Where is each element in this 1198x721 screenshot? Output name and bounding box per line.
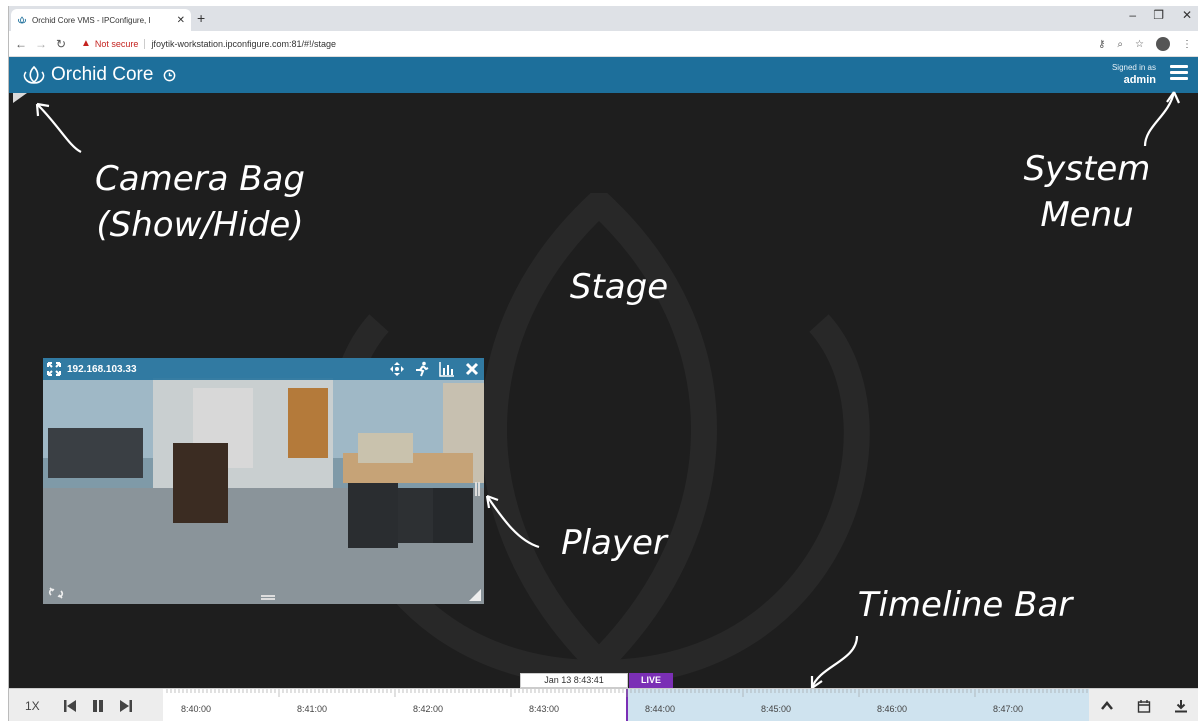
timeline-tick-label: 8:45:00: [761, 704, 792, 714]
download-icon[interactable]: [1174, 699, 1188, 713]
live-badge[interactable]: LIVE: [629, 673, 673, 688]
callout-system-menu-line2: Menu: [1040, 195, 1134, 235]
motion-icon[interactable]: [414, 361, 430, 377]
timeline-tick-label: 8:44:00: [645, 704, 676, 714]
forward-icon[interactable]: →: [33, 37, 49, 51]
callout-camera-bag: Camera Bag (Show/Hide): [85, 156, 315, 248]
tab-strip: Orchid Core VMS - IPConfigure, I ✕ + – ❐…: [9, 6, 1198, 31]
key-icon[interactable]: ⚷: [1098, 39, 1105, 50]
back-icon[interactable]: ←: [13, 37, 29, 51]
player-side-handle[interactable]: [475, 482, 480, 496]
camera-bag-toggle[interactable]: [13, 93, 27, 103]
callout-stage: Stage: [569, 267, 669, 307]
close-player-icon[interactable]: [464, 361, 480, 377]
tab-title: Orchid Core VMS - IPConfigure, I: [32, 15, 151, 25]
playback-controls: 1X: [9, 689, 163, 721]
timeline-tick-label: 8:46:00: [877, 704, 908, 714]
video-player[interactable]: 192.168.103.33: [43, 358, 484, 604]
restore-button[interactable]: ❐: [1153, 8, 1164, 22]
timeline-bar: 1X 8:40:00 8:41:00 8:42:00 8:43:00 8:44:00 8:…: [9, 688, 1198, 721]
app-header: Orchid Core Signed in as admin: [9, 57, 1198, 93]
camera-video-feed: [43, 358, 484, 604]
orchid-favicon-icon: [18, 16, 26, 24]
system-menu-hamburger-icon[interactable]: [1170, 65, 1188, 81]
player-drag-handle[interactable]: [261, 595, 275, 600]
bookmark-star-icon[interactable]: ☆: [1135, 39, 1144, 50]
player-toolbar: 192.168.103.33: [43, 358, 484, 380]
timeline-tick-label: 8:41:00: [297, 704, 328, 714]
skip-back-icon[interactable]: [63, 699, 77, 713]
brand-name: Orchid Core: [51, 64, 154, 85]
url-field[interactable]: jfoytik-workstation.ipconfigure.com:81/#…: [144, 38, 336, 49]
signed-in-label: Signed in as: [1111, 63, 1156, 72]
zoom-icon[interactable]: ⌕: [1117, 39, 1123, 50]
callout-camera-bag-line1: Camera Bag: [95, 159, 305, 199]
warning-icon: ▲: [81, 38, 91, 49]
address-bar: ← → ↻ ▲ Not secure jfoytik-workstation.i…: [9, 31, 1198, 57]
reload-icon[interactable]: ↻: [53, 37, 69, 51]
profile-avatar[interactable]: [1156, 37, 1170, 51]
browser-tab[interactable]: Orchid Core VMS - IPConfigure, I ✕: [11, 9, 191, 31]
orchid-logo-icon: [23, 65, 45, 84]
not-secure-label: Not secure: [94, 38, 139, 49]
security-indicator[interactable]: ▲ Not secure: [81, 38, 138, 49]
fullscreen-icon[interactable]: [47, 362, 61, 376]
minimize-button[interactable]: –: [1129, 8, 1136, 22]
callout-system-menu-line1: System: [1023, 149, 1151, 189]
calendar-icon[interactable]: [1137, 699, 1151, 713]
camera-ip-label: 192.168.103.33: [67, 363, 137, 375]
pause-icon[interactable]: [91, 699, 105, 713]
playback-speed[interactable]: 1X: [25, 699, 49, 713]
browser-window: Orchid Core VMS - IPConfigure, I ✕ + – ❐…: [8, 6, 1198, 721]
skip-forward-icon[interactable]: [119, 699, 133, 713]
callout-camera-bag-line2: (Show/Hide): [96, 205, 304, 245]
callout-player: Player: [561, 523, 667, 563]
clock-icon[interactable]: [163, 69, 176, 82]
timeline-tick-label: 8:40:00: [181, 704, 212, 714]
chevron-up-icon[interactable]: [1100, 699, 1114, 713]
callout-timeline-bar: Timeline Bar: [857, 585, 1073, 625]
signed-in-info: Signed in as admin: [1112, 62, 1156, 87]
ptz-control-icon[interactable]: [389, 361, 405, 377]
player-resize-handle[interactable]: [469, 589, 481, 601]
timeline-right-controls: [1089, 689, 1198, 721]
timeline-current-time: Jan 13 8:43:41: [520, 673, 628, 688]
timeline-ticks: [166, 689, 1088, 697]
chrome-menu-icon[interactable]: ⋮: [1182, 39, 1192, 50]
new-tab-button[interactable]: +: [197, 10, 205, 26]
callout-system-menu: System Menu: [1017, 146, 1157, 238]
analytics-icon[interactable]: [439, 361, 455, 377]
timeline-tick-label: 8:47:00: [993, 704, 1024, 714]
timeline-tick-label: 8:43:00: [529, 704, 560, 714]
timeline-track[interactable]: 8:40:00 8:41:00 8:42:00 8:43:00 8:44:00 8:45:…: [163, 689, 1089, 721]
username: admin: [1123, 74, 1156, 86]
unlink-icon[interactable]: [48, 586, 64, 600]
window-close-button[interactable]: ✕: [1182, 8, 1192, 22]
tab-close-icon[interactable]: ✕: [177, 15, 185, 26]
timeline-tick-label: 8:42:00: [413, 704, 444, 714]
